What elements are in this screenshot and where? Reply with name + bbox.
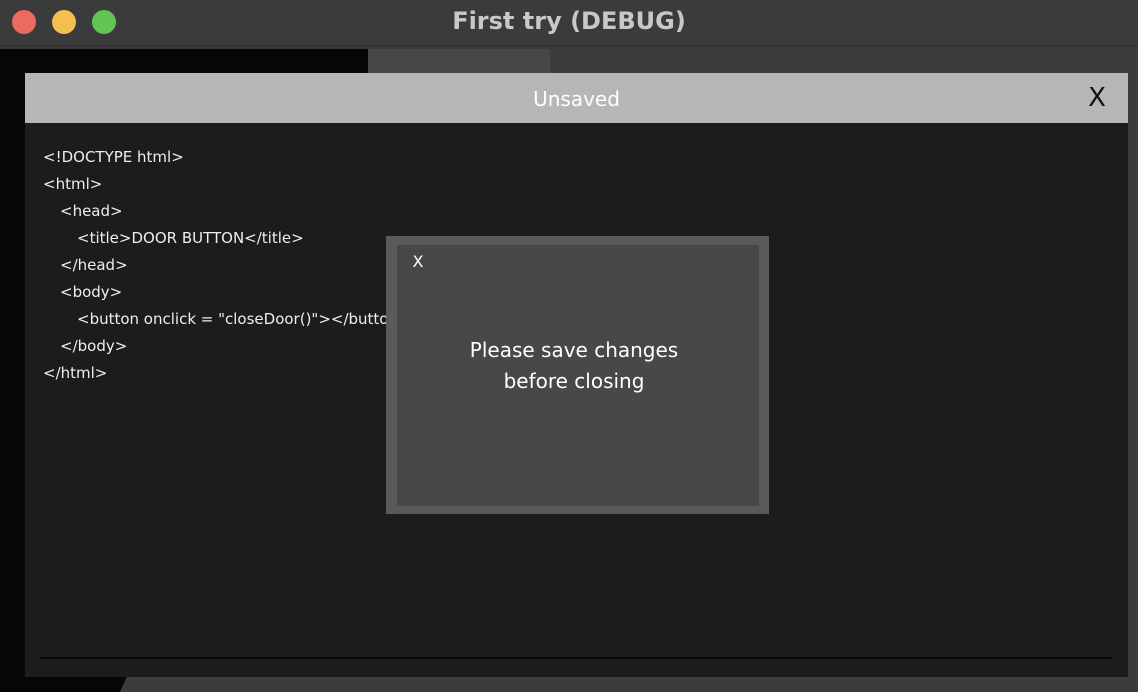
editor-title: Unsaved (533, 87, 620, 111)
code-line: <html> (43, 175, 103, 193)
editor-divider (39, 657, 1112, 659)
code-line: <head> (60, 202, 123, 220)
dialog-message-line: Please save changes (469, 338, 679, 362)
window-titlebar: First try (DEBUG) (0, 0, 1138, 46)
window-title: First try (DEBUG) (452, 7, 686, 35)
dialog-message: Please save changes before closing (397, 335, 751, 397)
dialog-close-button[interactable]: X (407, 251, 429, 273)
dialog-body: X Please save changes before closing (397, 245, 759, 506)
editor-header: Unsaved X (25, 73, 1128, 123)
code-line: <!DOCTYPE html> (43, 148, 184, 166)
scene-surface (368, 49, 550, 73)
editor-close-button[interactable]: X (1082, 81, 1112, 115)
save-warning-dialog: X Please save changes before closing (386, 236, 769, 514)
dialog-message-line: before closing (503, 369, 645, 393)
